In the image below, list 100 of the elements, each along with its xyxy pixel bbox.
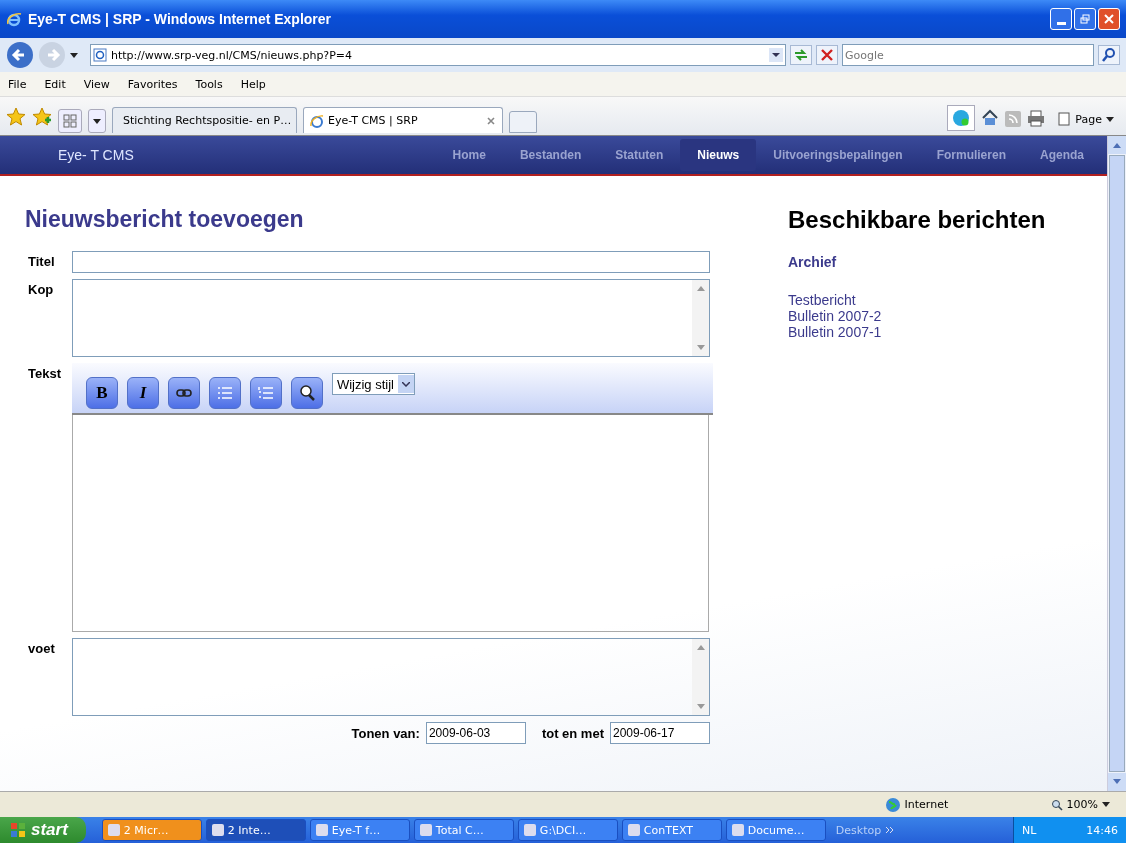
taskbar-button[interactable]: Total C… — [413, 819, 514, 841]
chevron-icon[interactable] — [885, 826, 896, 834]
app-icon — [211, 824, 224, 836]
caret-icon — [1102, 802, 1110, 807]
scroll-up-icon[interactable] — [1112, 141, 1122, 149]
link-button[interactable] — [167, 377, 200, 409]
menu-item[interactable]: Edit — [44, 77, 66, 91]
app-icon — [731, 824, 744, 836]
nav-link[interactable]: Statuten — [598, 139, 681, 171]
zoom-button[interactable]: 100% — [1044, 797, 1116, 812]
message-link[interactable]: Bulletin 2007-2 — [788, 308, 882, 324]
caret-icon — [402, 381, 410, 387]
browser-tab[interactable]: Eye-T CMS | SRP — [303, 107, 503, 133]
page-icon — [93, 48, 107, 62]
feed-icon[interactable] — [1005, 111, 1022, 127]
browser-logo-icon — [6, 11, 22, 27]
taskbar-button[interactable]: ConTEXT — [621, 819, 722, 841]
home-icon[interactable] — [981, 109, 1000, 127]
taskbar-button[interactable]: 2 Inte… — [205, 819, 306, 841]
restore-button[interactable] — [1074, 8, 1096, 30]
new-tab-button[interactable] — [509, 111, 537, 133]
scroll-down-icon[interactable] — [695, 703, 706, 711]
text-area[interactable] — [72, 279, 710, 357]
quick-tabs-button[interactable] — [58, 109, 82, 133]
date-field[interactable]: 2009-06-03 — [425, 722, 526, 744]
nav-link[interactable]: Nieuws — [680, 139, 757, 171]
refresh-icon — [793, 47, 809, 63]
nav-link[interactable]: Bestanden — [502, 139, 599, 171]
field-label: tot en met — [541, 725, 604, 741]
browser-logo-icon — [310, 113, 324, 128]
start-button[interactable]: start — [0, 817, 86, 843]
bulleted-list-button[interactable] — [208, 377, 241, 409]
refresh-button[interactable] — [790, 45, 812, 65]
app-icon — [107, 824, 120, 836]
menu-item[interactable]: Favorites — [127, 77, 178, 91]
link-icon — [175, 388, 192, 398]
close-tab-icon[interactable] — [486, 115, 496, 126]
security-zone: Internet — [884, 796, 1035, 813]
back-button[interactable] — [6, 41, 34, 69]
field-label: Kop — [27, 281, 55, 299]
address-field[interactable]: http://www.srp-veg.nl/CMS/nieuws.php?P=4 — [90, 44, 786, 66]
page-heading: Nieuwsbericht toevoegen — [25, 206, 305, 233]
search-icon — [1101, 47, 1117, 63]
restore-icon — [1080, 14, 1090, 24]
stop-icon — [819, 47, 835, 63]
skype-button[interactable] — [947, 105, 976, 131]
menu-item[interactable]: Help — [240, 77, 266, 91]
favorites-star-icon[interactable] — [6, 107, 26, 127]
stop-button[interactable] — [816, 45, 838, 65]
date-field[interactable]: 2009-06-17 — [610, 722, 710, 744]
dropdown-icon[interactable] — [70, 52, 78, 58]
scroll-up-icon[interactable] — [695, 284, 706, 292]
scroll-down-icon[interactable] — [695, 344, 706, 352]
dropdown-icon[interactable] — [769, 48, 783, 62]
search-field[interactable]: Google — [842, 44, 1094, 66]
app-icon — [315, 824, 328, 836]
message-link[interactable]: Testbericht — [788, 292, 856, 308]
grid-icon — [63, 114, 77, 128]
taskbar-button[interactable]: Eye-T f… — [309, 819, 410, 841]
text-area[interactable] — [72, 638, 710, 716]
scroll-down-icon[interactable] — [1112, 778, 1122, 786]
taskbar-button[interactable]: G:\DCI… — [517, 819, 618, 841]
add-favorite-icon[interactable] — [32, 107, 52, 127]
minimize-icon — [1056, 21, 1066, 25]
search-button[interactable] — [1098, 45, 1120, 65]
printer-icon[interactable] — [1027, 109, 1046, 127]
nav-link[interactable]: Formulieren — [919, 139, 1023, 171]
numbered-list-button[interactable] — [249, 377, 282, 409]
bold-button[interactable]: B — [85, 377, 118, 409]
taskbar-button[interactable]: Docume… — [725, 819, 826, 841]
menu-item[interactable]: File — [8, 77, 27, 91]
tab-list-button[interactable] — [88, 109, 106, 133]
caret-icon — [93, 118, 101, 124]
field-label: Tonen van: — [351, 725, 420, 741]
close-icon — [1104, 14, 1114, 24]
menu-item[interactable]: View — [83, 77, 110, 91]
nav-link[interactable]: Agenda — [1023, 139, 1101, 171]
field-label: Titel — [27, 253, 56, 271]
chat-icon — [952, 109, 971, 127]
input-field[interactable] — [72, 251, 710, 273]
message-link[interactable]: Bulletin 2007-1 — [788, 324, 882, 340]
magnifier-icon — [297, 384, 316, 402]
page-menu-button[interactable]: Page — [1051, 111, 1120, 127]
magnifier-icon — [1050, 798, 1063, 811]
minimize-button[interactable] — [1050, 8, 1072, 30]
italic-button[interactable]: I — [126, 377, 159, 409]
menu-item[interactable]: Tools — [195, 77, 223, 91]
archive-link[interactable]: Archief — [788, 254, 1046, 270]
scroll-up-icon[interactable] — [695, 643, 706, 651]
style-dropdown[interactable]: Wijzig stijl — [331, 373, 415, 395]
nav-link[interactable]: Home — [435, 139, 503, 171]
field-label: voet — [27, 640, 56, 658]
nav-link[interactable]: Uitvoeringsbepalingen — [756, 139, 920, 171]
browser-tab[interactable]: Stichting Rechtspositie- en P… — [112, 107, 297, 133]
numbered-list-icon — [257, 386, 274, 400]
caret-icon — [1106, 116, 1114, 122]
app-icon — [523, 824, 536, 836]
close-button[interactable] — [1098, 8, 1120, 30]
zoom-button[interactable] — [290, 377, 323, 409]
scrollbar[interactable] — [1107, 136, 1126, 791]
